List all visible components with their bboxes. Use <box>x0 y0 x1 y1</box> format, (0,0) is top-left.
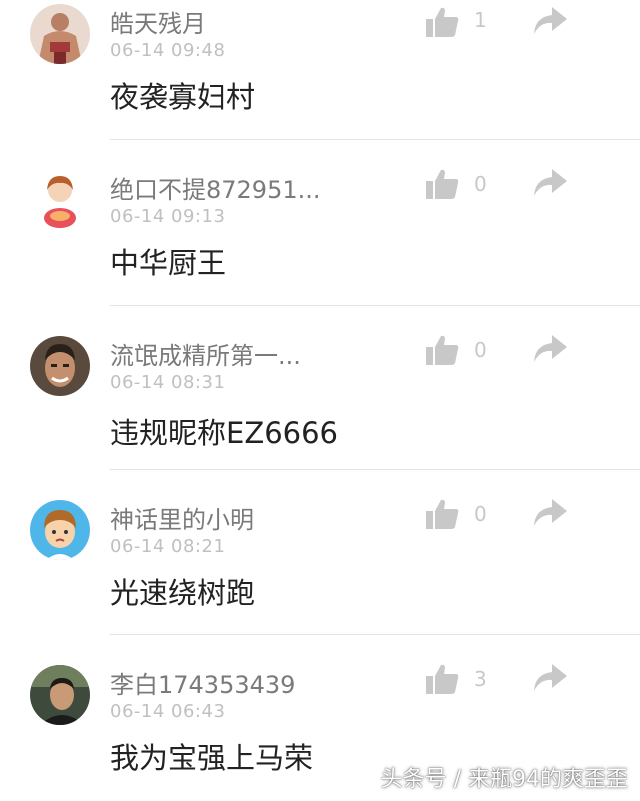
timestamp: 06-14 06:43 <box>110 701 226 722</box>
comment-text: 夜袭寡妇村 <box>110 80 256 114</box>
watermark: 头条号 / 来瓶94的爽歪歪 <box>380 767 628 792</box>
username[interactable]: 李白174353439 <box>110 665 410 700</box>
timestamp: 06-14 09:13 <box>110 206 226 227</box>
thumbs-up-icon[interactable] <box>424 498 460 530</box>
like-count: 1 <box>474 8 487 32</box>
like-count: 0 <box>474 338 487 362</box>
avatar[interactable] <box>30 500 90 560</box>
comment-text: 我为宝强上马荣 <box>110 741 314 775</box>
comment-item: 皓天残月 06-14 09:48 夜袭寡妇村 1 <box>0 0 640 140</box>
comment-item: 神话里的小明 06-14 08:21 光速绕树跑 0 <box>0 470 640 636</box>
avatar[interactable] <box>30 170 90 230</box>
timestamp: 06-14 08:31 <box>110 372 226 393</box>
comment-text: 违规昵称EZ6666 <box>110 416 338 450</box>
like-count: 0 <box>474 502 487 526</box>
cartoon-boy-avatar-icon <box>30 500 90 560</box>
share-arrow-icon[interactable] <box>532 6 568 36</box>
comment-item: 绝口不提872951... 06-14 09:13 中华厨王 0 <box>0 140 640 306</box>
cartoon-girl-avatar-icon <box>30 170 90 230</box>
avatar[interactable] <box>30 336 90 396</box>
like-count: 0 <box>474 172 487 196</box>
share-arrow-icon[interactable] <box>532 168 568 198</box>
username[interactable]: 流氓成精所第一... <box>110 336 410 371</box>
man-photo-avatar-icon <box>30 336 90 396</box>
comment-item: 流氓成精所第一... 06-14 08:31 违规昵称EZ6666 0 <box>0 306 640 472</box>
username[interactable]: 皓天残月 <box>110 4 410 39</box>
thumbs-up-icon[interactable] <box>424 6 460 38</box>
comment-text: 光速绕树跑 <box>110 576 256 610</box>
username[interactable]: 神话里的小明 <box>110 500 410 535</box>
thumbs-up-icon[interactable] <box>424 334 460 366</box>
avatar[interactable] <box>30 665 90 725</box>
avatar[interactable] <box>30 4 90 64</box>
man-car-avatar-icon <box>30 665 90 725</box>
wrestler-avatar-icon <box>30 4 90 64</box>
thumbs-up-icon[interactable] <box>424 663 460 695</box>
username[interactable]: 绝口不提872951... <box>110 170 410 205</box>
comment-text: 中华厨王 <box>110 246 227 280</box>
like-count: 3 <box>474 667 487 691</box>
timestamp: 06-14 09:48 <box>110 40 226 61</box>
timestamp: 06-14 08:21 <box>110 536 226 557</box>
thumbs-up-icon[interactable] <box>424 168 460 200</box>
share-arrow-icon[interactable] <box>532 663 568 693</box>
share-arrow-icon[interactable] <box>532 498 568 528</box>
share-arrow-icon[interactable] <box>532 334 568 364</box>
